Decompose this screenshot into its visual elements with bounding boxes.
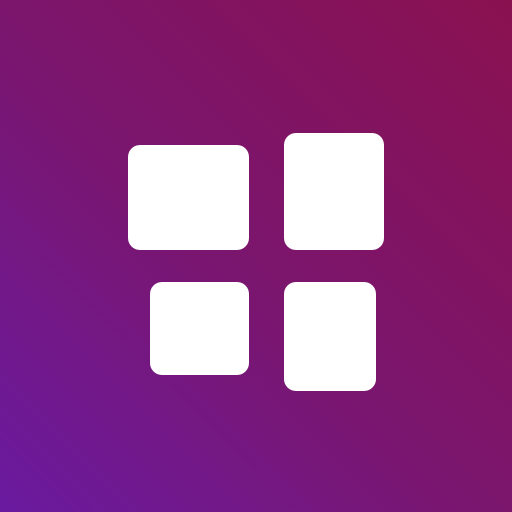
grid-tile-bottom-right	[284, 282, 376, 391]
grid-tile-bottom-left	[150, 282, 249, 375]
app-grid-icon	[0, 0, 512, 512]
grid-tile-top-left	[128, 145, 249, 250]
grid-tile-top-right	[284, 133, 384, 250]
